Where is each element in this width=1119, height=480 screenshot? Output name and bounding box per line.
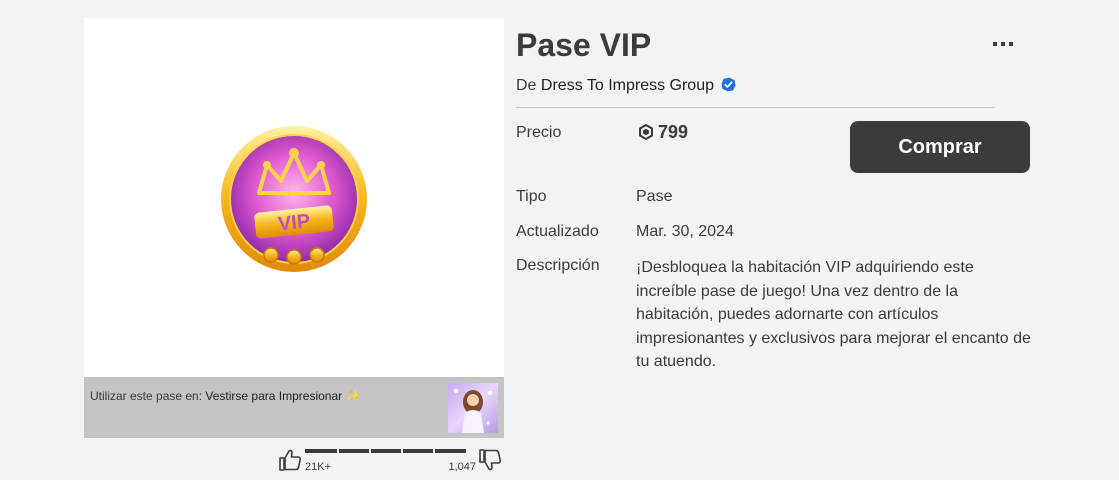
type-label: Tipo	[516, 188, 547, 205]
dot-icon	[1001, 42, 1005, 46]
buy-button[interactable]: Comprar	[850, 121, 1030, 173]
upvote-count: 21K+	[305, 461, 331, 473]
price-value: 799	[638, 122, 688, 143]
thumbs-down-icon[interactable]	[478, 448, 502, 472]
vip-pass-icon: VIP	[221, 126, 367, 272]
item-thumbnail-card: VIP Utilizar este pase en: Vestirse para…	[84, 18, 504, 438]
vote-row: 21K+ 1,047	[278, 446, 504, 476]
divider	[516, 107, 995, 108]
vote-bar-segment	[433, 449, 435, 453]
robux-icon	[639, 124, 653, 140]
price-label: Precio	[516, 124, 562, 141]
place-link-text[interactable]: Utilizar este pase en: Vestirse para Imp…	[90, 389, 360, 403]
more-options-button[interactable]	[993, 42, 1013, 50]
description-text: ¡Desbloquea la habitación VIP adquiriend…	[636, 259, 1031, 370]
creator-link[interactable]: Dress To Impress Group	[541, 77, 714, 94]
type-value: Pase	[636, 188, 673, 205]
dot-icon	[1009, 42, 1013, 46]
updated-value: Mar. 30, 2024	[636, 223, 734, 240]
sparkle-icon: ✨	[345, 389, 361, 403]
item-title: Pase VIP	[516, 27, 652, 63]
creator-line: De Dress To Impress Group	[516, 77, 736, 95]
avatar-figure-icon	[454, 389, 492, 433]
verified-badge-icon	[722, 77, 736, 92]
place-thumbnail[interactable]	[448, 383, 498, 433]
svg-text:VIP: VIP	[277, 210, 311, 235]
place-link-prefix: Utilizar este pase en:	[90, 389, 203, 403]
price-amount: 799	[658, 122, 689, 142]
place-link-bar[interactable]: Utilizar este pase en: Vestirse para Imp…	[84, 377, 504, 438]
vote-bar-segment	[401, 449, 403, 453]
thumbs-up-icon[interactable]	[278, 448, 302, 472]
creator-prefix: De	[516, 77, 537, 94]
updated-label: Actualizado	[516, 223, 599, 240]
place-name[interactable]: Vestirse para Impresionar	[205, 389, 342, 403]
dot-icon	[993, 42, 997, 46]
vote-bar-segment	[369, 449, 371, 453]
vote-ratio-bar	[305, 449, 466, 453]
description-label: Descripción	[516, 257, 600, 274]
downvote-count: 1,047	[448, 461, 476, 473]
vote-bar-segment	[337, 449, 339, 453]
